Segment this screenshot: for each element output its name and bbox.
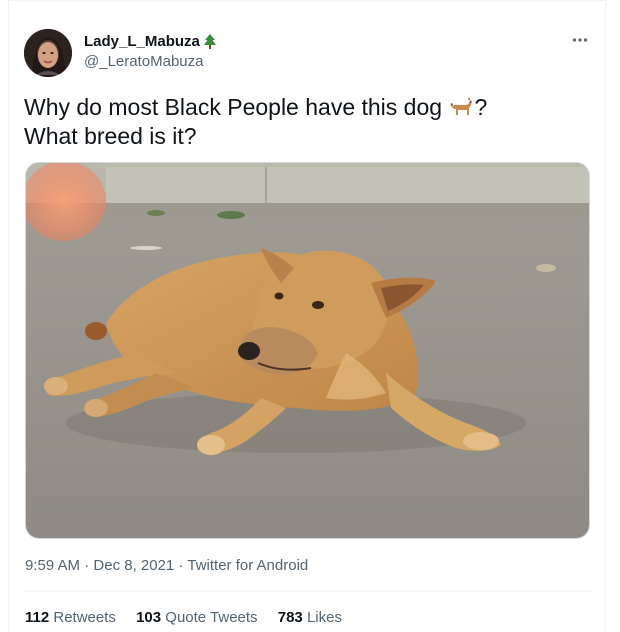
likes-label: Likes xyxy=(306,609,342,626)
evergreen-tree-icon xyxy=(203,34,216,49)
tweet-photo[interactable] xyxy=(25,162,590,539)
tweet-header: Lady_L_Mabuza @_LeratoMabuza xyxy=(24,29,592,81)
tweet-date[interactable]: Dec 8, 2021 xyxy=(93,557,174,574)
tweet-source[interactable]: Twitter for Android xyxy=(187,557,308,574)
tweet-text-line1-end: ? xyxy=(474,94,488,120)
quote-tweets-label: Quote Tweets xyxy=(165,609,258,626)
divider xyxy=(25,591,591,592)
quote-tweets-stat[interactable]: 103 Quote Tweets xyxy=(136,609,257,626)
tweet-card: Lady_L_Mabuza @_LeratoMabuza Why do most… xyxy=(8,0,606,632)
tweet-meta: 9:59 AM · Dec 8, 2021 · Twitter for Andr… xyxy=(25,556,308,576)
display-name[interactable]: Lady_L_Mabuza xyxy=(84,32,200,52)
retweets-label: Retweets xyxy=(53,609,116,626)
dog-icon xyxy=(451,97,473,115)
dog-photo xyxy=(26,163,589,538)
tweet-text-line2: What breed is it? xyxy=(24,123,197,149)
retweets-stat[interactable]: 112 Retweets xyxy=(25,609,116,626)
tweet-text-line1-start: Why do most Black People have this dog xyxy=(24,94,449,120)
likes-stat[interactable]: 783 Likes xyxy=(278,609,342,626)
user-handle[interactable]: @_LeratoMabuza xyxy=(84,52,217,72)
more-options-icon[interactable] xyxy=(568,31,592,51)
likes-count: 783 xyxy=(277,609,303,626)
meta-separator: · xyxy=(84,557,94,574)
tweet-time[interactable]: 9:59 AM xyxy=(25,557,80,574)
user-names: Lady_L_Mabuza @_LeratoMabuza xyxy=(84,32,217,72)
avatar-portrait xyxy=(24,29,72,77)
tweet-stats: 112 Retweets 103 Quote Tweets 783 Likes xyxy=(25,608,358,628)
avatar[interactable] xyxy=(24,29,72,77)
tweet-text: Why do most Black People have this dog ?… xyxy=(24,93,594,151)
retweets-count: 112 xyxy=(25,609,50,626)
quote-tweets-count: 103 xyxy=(136,609,162,626)
